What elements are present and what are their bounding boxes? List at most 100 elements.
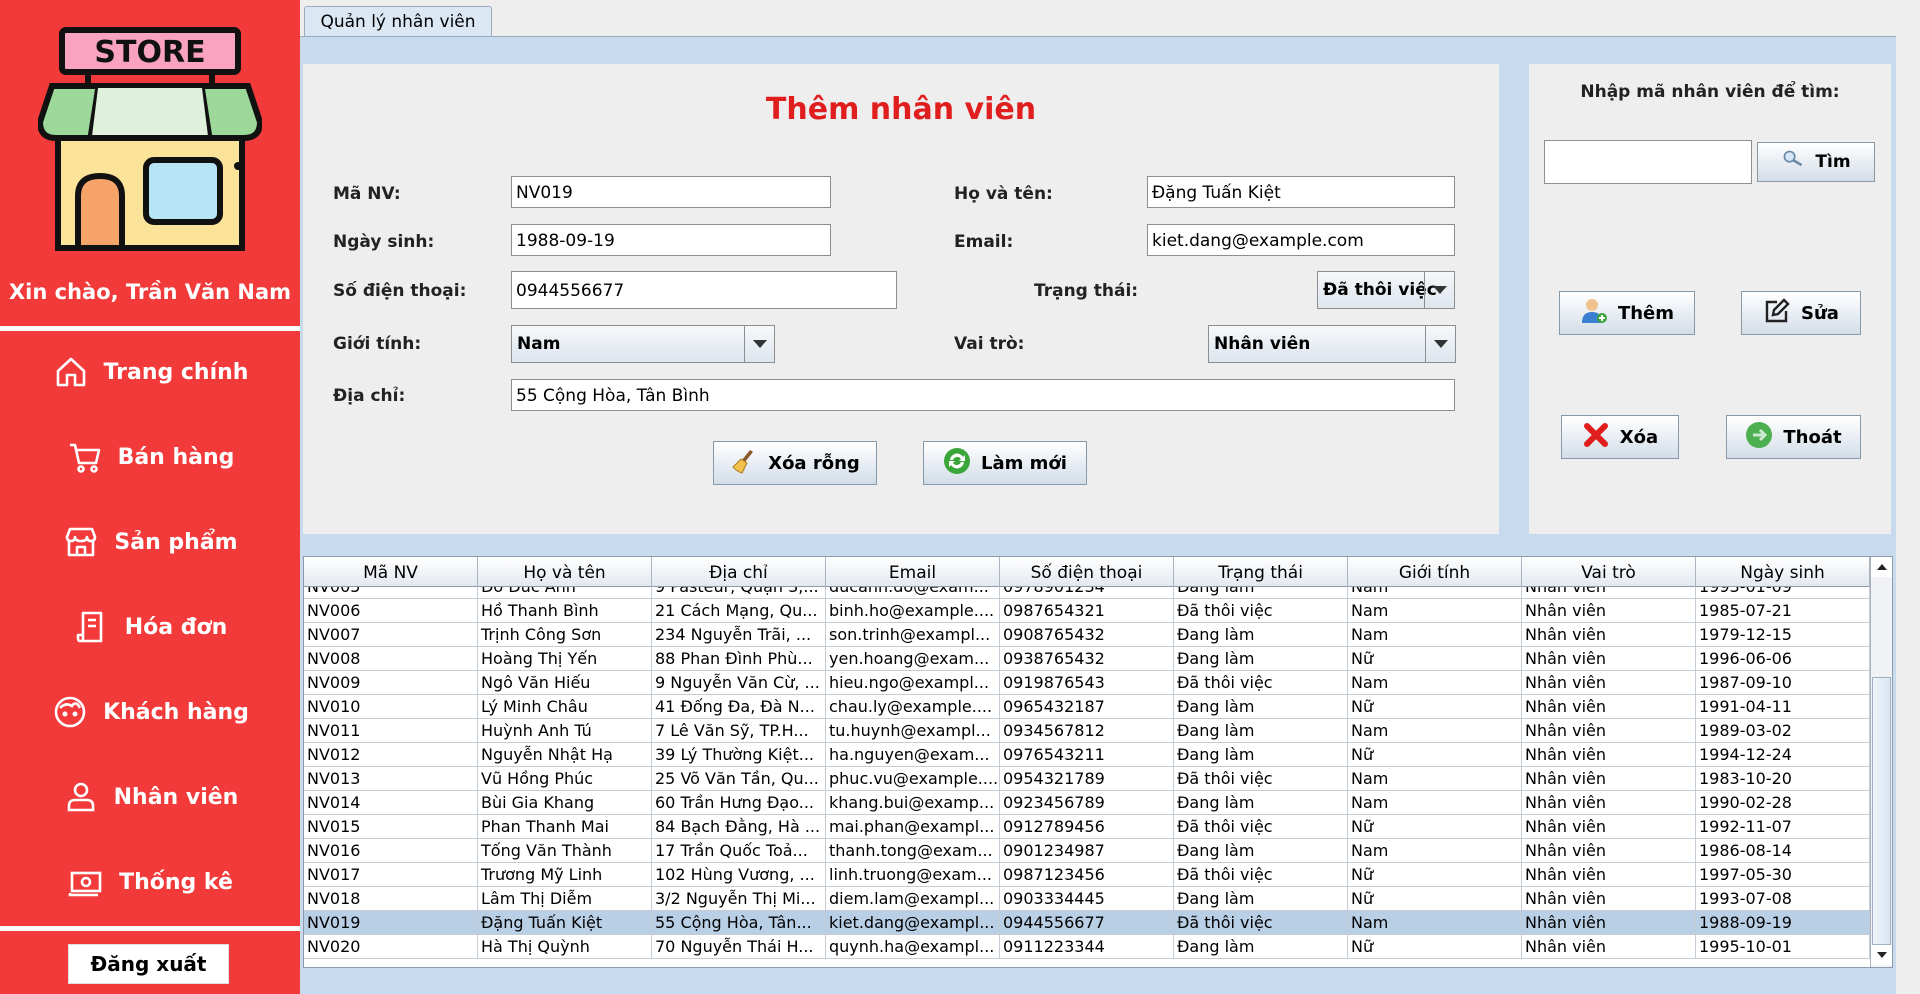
- search-input[interactable]: [1544, 140, 1752, 184]
- column-header[interactable]: Email: [826, 557, 1000, 587]
- column-header[interactable]: Mã NV: [304, 557, 478, 587]
- add-user-icon: [1580, 297, 1608, 330]
- table-cell: Nhân viên: [1522, 599, 1696, 623]
- table-row[interactable]: NV017 Trương Mỹ Linh 102 Hùng Vương, ... li…: [304, 863, 1870, 887]
- table-cell: phuc.vu@example....: [826, 767, 1000, 791]
- tab-employee-management[interactable]: Quản lý nhân viên: [304, 6, 492, 36]
- table-cell: 1996-06-06: [1696, 647, 1870, 671]
- gender-select[interactable]: Nam: [511, 325, 775, 363]
- sidebar-item-statistics[interactable]: Thống kê: [0, 852, 300, 912]
- scroll-down-arrow-icon[interactable]: [1871, 945, 1892, 965]
- table-row[interactable]: NV011 Huỳnh Anh Tú 7 Lê Văn Sỹ, TP.H... tu.…: [304, 719, 1870, 743]
- delete-button[interactable]: Xóa: [1561, 415, 1679, 459]
- edit-label: Sửa: [1801, 302, 1839, 324]
- table-cell: Nhân viên: [1522, 743, 1696, 767]
- table-cell: ducanh.do@exam...: [826, 587, 1000, 599]
- table-cell: 1992-11-07: [1696, 815, 1870, 839]
- table-row[interactable]: NV007 Trịnh Công Sơn 234 Nguyễn Trãi, ... s…: [304, 623, 1870, 647]
- sidebar-item-home[interactable]: Trang chính: [0, 342, 300, 402]
- scroll-thumb[interactable]: [1872, 677, 1891, 945]
- table-cell: 21 Cách Mạng, Qu...: [652, 599, 826, 623]
- find-button[interactable]: Tìm: [1757, 142, 1875, 182]
- table-cell: 1993-07-08: [1696, 887, 1870, 911]
- sidebar-divider: [0, 926, 300, 931]
- table-cell: 102 Hùng Vương, ...: [652, 863, 826, 887]
- sidebar-item-invoices[interactable]: Hóa đơn: [0, 597, 300, 657]
- table-cell: 88 Phan Đình Phù...: [652, 647, 826, 671]
- form-title: Thêm nhân viên: [765, 92, 1037, 127]
- column-header[interactable]: Ngày sinh: [1696, 557, 1870, 587]
- table-cell: tu.huynh@exampl...: [826, 719, 1000, 743]
- table-cell: binh.ho@example....: [826, 599, 1000, 623]
- table-cell: Phan Thanh Mai: [478, 815, 652, 839]
- table-cell: Huỳnh Anh Tú: [478, 719, 652, 743]
- column-header[interactable]: Địa chỉ: [652, 557, 826, 587]
- table-row[interactable]: NV013 Vũ Hồng Phúc 25 Võ Văn Tần, Qu... phu…: [304, 767, 1870, 791]
- search-title: Nhập mã nhân viên để tìm:: [1580, 82, 1840, 102]
- table-cell: NV020: [304, 935, 478, 959]
- table-row[interactable]: NV009 Ngô Văn Hiếu 9 Nguyễn Văn Cừ, ... hie…: [304, 671, 1870, 695]
- delete-label: Xóa: [1619, 426, 1659, 448]
- sidebar-item-customers[interactable]: Khách hàng: [0, 682, 300, 742]
- employee-form-panel: Thêm nhân viên Mã NV: NV019 Ngày sinh: 1…: [303, 64, 1499, 534]
- column-header[interactable]: Giới tính: [1348, 557, 1522, 587]
- role-value: Nhân viên: [1214, 334, 1311, 354]
- table-row[interactable]: NV020 Hà Thị Quỳnh 70 Nguyễn Thái H... quyn…: [304, 935, 1870, 959]
- column-header[interactable]: Vai trò: [1522, 557, 1696, 587]
- table-row[interactable]: NV015 Phan Thanh Mai 84 Bạch Đằng, Hà ... m…: [304, 815, 1870, 839]
- column-header[interactable]: Số điện thoại: [1000, 557, 1174, 587]
- table-row[interactable]: NV010 Lý Minh Châu 41 Đống Đa, Đà N... chau…: [304, 695, 1870, 719]
- sidebar-item-label: Trang chính: [103, 359, 249, 385]
- table-cell: NV006: [304, 599, 478, 623]
- table-cell: linh.truong@exam...: [826, 863, 1000, 887]
- table-row[interactable]: NV008 Hoàng Thị Yến 88 Phan Đình Phù... yen…: [304, 647, 1870, 671]
- table-cell: Nhân viên: [1522, 767, 1696, 791]
- sidebar-item-label: Sản phẩm: [114, 529, 238, 555]
- table-row[interactable]: NV019 Đặng Tuấn Kiệt 55 Cộng Hòa, Tân... ki…: [304, 911, 1870, 935]
- employee-id-field[interactable]: NV019: [511, 176, 831, 208]
- table-row[interactable]: NV012 Nguyễn Nhật Hạ 39 Lý Thường Kiệt... h…: [304, 743, 1870, 767]
- table-body: NV005Đỗ Đức Anh9 Pasteur, Quận 3,...duca…: [304, 587, 1870, 967]
- table-row[interactable]: NV018 Lâm Thị Diễm 3/2 Nguyễn Thị Mi... die…: [304, 887, 1870, 911]
- table-cell: 1997-05-30: [1696, 863, 1870, 887]
- search-icon: [1781, 148, 1805, 177]
- sidebar-item-employees[interactable]: Nhân viên: [0, 767, 300, 827]
- table-row[interactable]: NV016 Tống Văn Thành 17 Trần Quốc Toả... th…: [304, 839, 1870, 863]
- table-cell: 1986-08-14: [1696, 839, 1870, 863]
- sidebar-item-products[interactable]: Sản phẩm: [0, 512, 300, 572]
- sidebar-item-sales[interactable]: Bán hàng: [0, 427, 300, 487]
- exit-button[interactable]: Thoát: [1726, 415, 1861, 459]
- money-icon: [67, 863, 105, 901]
- table-cell: diem.lam@exampl...: [826, 887, 1000, 911]
- table-cell: 1987-09-10: [1696, 671, 1870, 695]
- table-row[interactable]: NV014 Bùi Gia Khang 60 Trần Hưng Đạo... kha…: [304, 791, 1870, 815]
- refresh-button[interactable]: Làm mới: [923, 441, 1087, 485]
- address-field[interactable]: 55 Cộng Hòa, Tân Bình: [511, 379, 1455, 411]
- birthdate-field[interactable]: 1988-09-19: [511, 224, 831, 256]
- clear-form-button[interactable]: Xóa rỗng: [713, 441, 877, 485]
- table-cell: NV016: [304, 839, 478, 863]
- table-cell: Nam: [1348, 767, 1522, 791]
- table-cell: 39 Lý Thường Kiệt...: [652, 743, 826, 767]
- role-select[interactable]: Nhân viên: [1208, 325, 1456, 363]
- table-cell: Tống Văn Thành: [478, 839, 652, 863]
- table-cell: NV008: [304, 647, 478, 671]
- email-field[interactable]: kiet.dang@example.com: [1147, 224, 1455, 256]
- table-scrollbar[interactable]: [1870, 557, 1892, 967]
- status-select[interactable]: Đã thôi việc: [1317, 271, 1455, 309]
- scroll-up-arrow-icon[interactable]: [1871, 557, 1892, 577]
- logout-button[interactable]: Đăng xuất: [68, 944, 229, 984]
- column-header[interactable]: Họ và tên: [478, 557, 652, 587]
- table-row[interactable]: NV006 Hồ Thanh Bình 21 Cách Mạng, Qu... bin…: [304, 599, 1870, 623]
- table-cell: Ngô Văn Hiếu: [478, 671, 652, 695]
- column-header[interactable]: Trạng thái: [1174, 557, 1348, 587]
- edit-button[interactable]: Sửa: [1741, 291, 1861, 335]
- table-row[interactable]: NV005Đỗ Đức Anh9 Pasteur, Quận 3,...duca…: [304, 587, 1870, 599]
- table-cell: Lâm Thị Diễm: [478, 887, 652, 911]
- gender-label: Giới tính:: [333, 334, 422, 354]
- add-button[interactable]: Thêm: [1559, 291, 1695, 335]
- fullname-field[interactable]: Đặng Tuấn Kiệt: [1147, 176, 1455, 208]
- edit-icon: [1763, 297, 1791, 330]
- phone-field[interactable]: 0944556677: [511, 271, 897, 309]
- sidebar-item-label: Hóa đơn: [124, 614, 228, 640]
